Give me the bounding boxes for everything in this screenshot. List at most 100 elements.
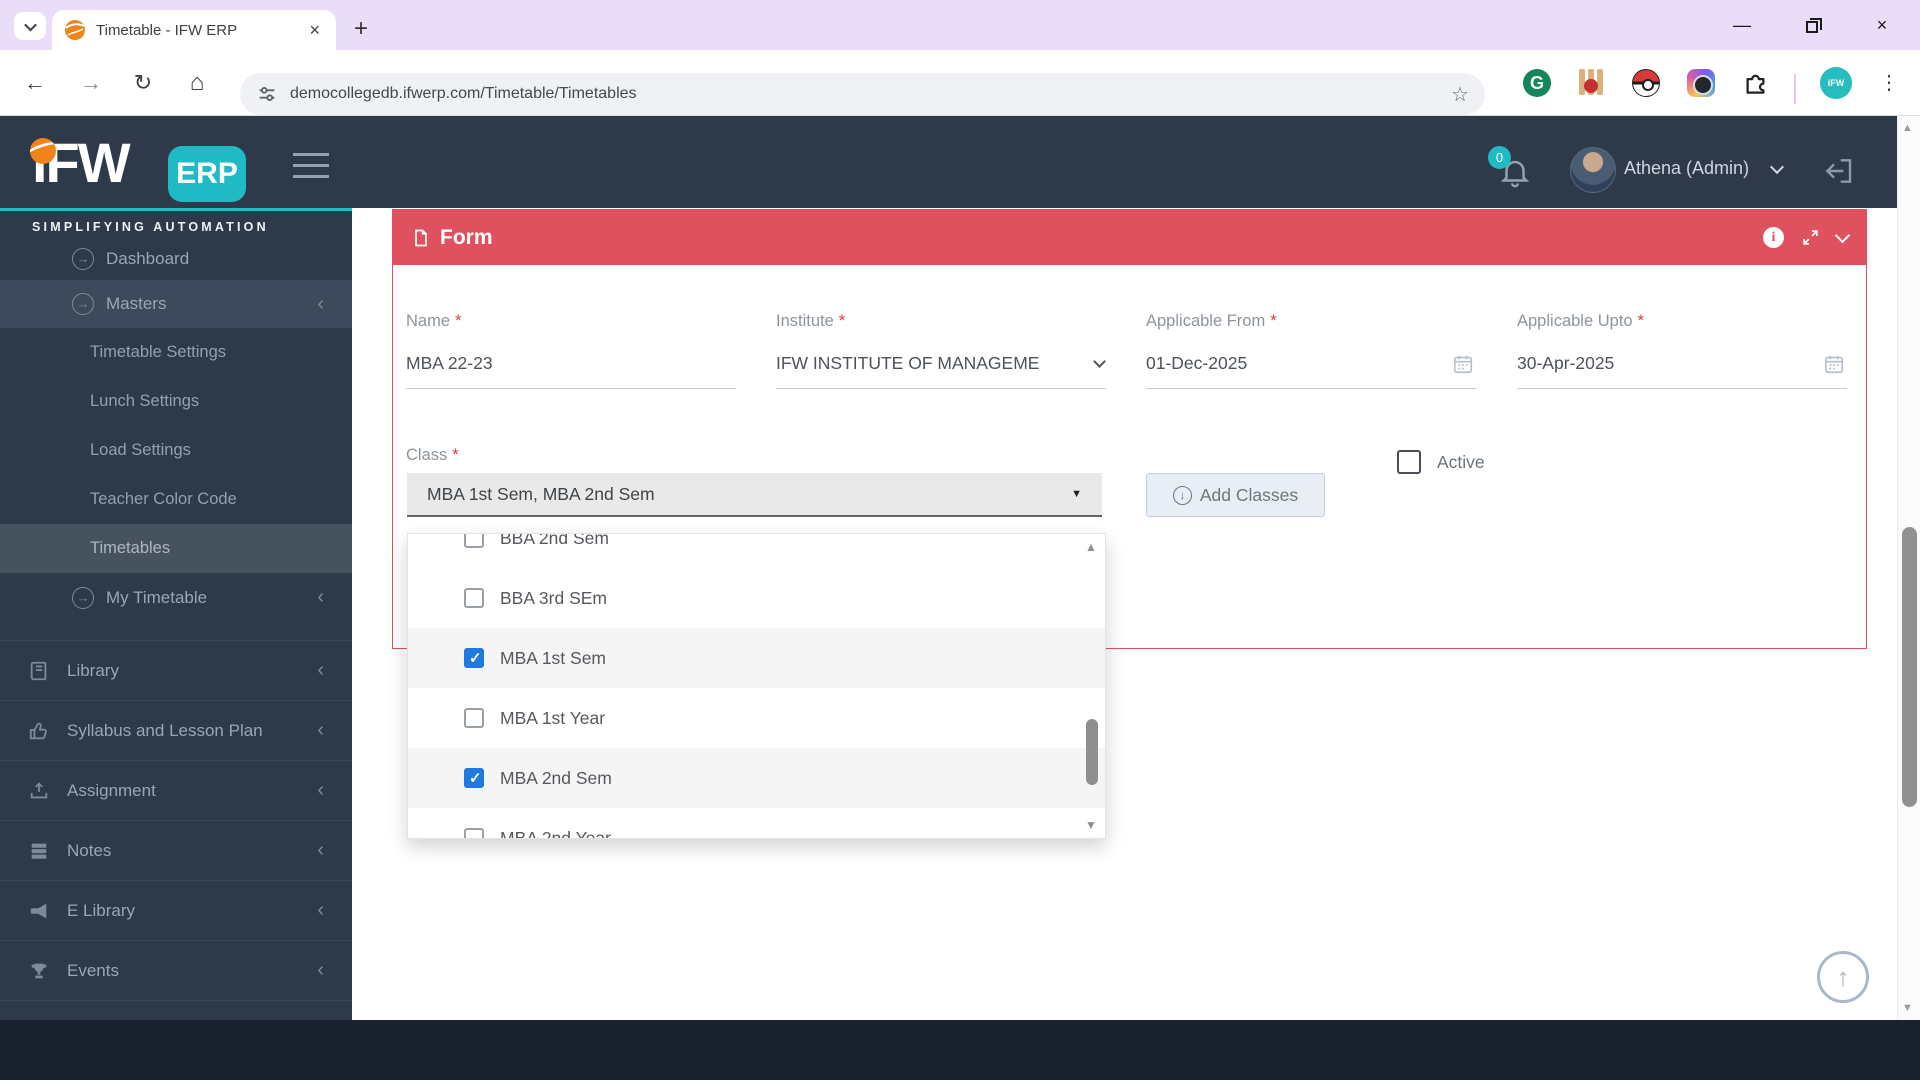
sidebar-toggle-button[interactable] xyxy=(293,153,329,186)
name-input[interactable]: MBA 22-23 xyxy=(406,353,736,389)
thumbs-up-icon xyxy=(28,720,50,742)
sidebar-item-masters[interactable]: → Masters ‹ xyxy=(0,280,352,328)
scroll-up-icon[interactable]: ▲ xyxy=(1085,540,1097,554)
collapse-chevron-icon[interactable] xyxy=(1835,228,1851,244)
sidebar-item-lunch-settings[interactable]: Lunch Settings xyxy=(0,377,352,426)
extensions-button[interactable] xyxy=(1742,69,1770,97)
site-settings-icon[interactable] xyxy=(256,83,278,105)
address-bar[interactable]: democollegedb.ifwerp.com/Timetable/Timet… xyxy=(240,73,1485,115)
sidebar-item-label: My Timetable xyxy=(106,588,207,608)
applicable-from-input[interactable]: 01-Dec-2025 xyxy=(1146,353,1476,389)
new-tab-button[interactable]: + xyxy=(346,14,376,44)
dropdown-option[interactable]: MBA 1st Sem xyxy=(408,628,1105,688)
option-label: BBA 3rd SEm xyxy=(500,588,607,609)
minimize-button[interactable]: — xyxy=(1722,15,1762,36)
dropdown-option[interactable]: MBA 1st Year xyxy=(408,688,1105,748)
scroll-to-top-button[interactable]: ↑ xyxy=(1817,951,1869,1003)
page-scrollbar[interactable]: ▲ ▼ xyxy=(1897,116,1920,1020)
checkbox[interactable] xyxy=(464,828,484,839)
user-avatar[interactable] xyxy=(1570,147,1616,193)
close-button[interactable]: × xyxy=(1862,15,1902,36)
applicable-upto-input[interactable]: 30-Apr-2025 xyxy=(1517,353,1847,389)
browser-menu-button[interactable]: ⋮ xyxy=(1872,66,1906,100)
required-marker: * xyxy=(1270,312,1276,330)
scrollbar-thumb[interactable] xyxy=(1902,527,1917,807)
sidebar-item-label: Assignment xyxy=(67,781,156,801)
option-label: MBA 2nd Sem xyxy=(500,768,612,789)
scroll-down-icon[interactable]: ▼ xyxy=(1085,818,1097,832)
sidebar-item-timetable-settings[interactable]: Timetable Settings xyxy=(0,328,352,377)
active-checkbox[interactable] xyxy=(1397,450,1421,474)
required-marker: * xyxy=(455,312,461,330)
sidebar-item-events[interactable]: Events ‹ xyxy=(0,940,352,1000)
sidebar-item-my-timetable[interactable]: → My Timetable ‹ xyxy=(0,573,352,622)
browser-tab[interactable]: Timetable - IFW ERP × xyxy=(52,10,336,50)
calendar-icon[interactable] xyxy=(1823,353,1845,375)
dropdown-option[interactable]: MBA 2nd Year xyxy=(408,808,1105,839)
taskbar xyxy=(0,1020,1920,1080)
checkbox[interactable] xyxy=(464,648,484,668)
class-dropdown-panel: BBA 2nd Sem BBA 3rd SEm MBA 1st Sem MBA … xyxy=(407,533,1106,839)
required-marker: * xyxy=(839,312,845,330)
tab-search-button[interactable] xyxy=(14,12,46,40)
sidebar-item-partial[interactable] xyxy=(0,1000,352,1020)
tab-close-icon[interactable]: × xyxy=(305,20,324,41)
sidebar-item-load-settings[interactable]: Load Settings xyxy=(0,426,352,475)
browser-titlebar: Timetable - IFW ERP × + — × xyxy=(0,0,1920,50)
logout-button[interactable] xyxy=(1822,155,1854,187)
user-menu[interactable]: Athena (Admin) xyxy=(1624,158,1749,179)
add-classes-button[interactable]: ↓ Add Classes xyxy=(1146,473,1325,517)
pokeball-icon xyxy=(1632,69,1660,97)
field-label: Institute* xyxy=(776,312,1106,331)
home-button[interactable]: ⌂ xyxy=(180,66,214,100)
dropdown-scrollbar[interactable]: ▲ ▼ xyxy=(1083,534,1101,838)
restore-button[interactable] xyxy=(1792,15,1832,36)
sidebar-item-notes[interactable]: Notes ‹ xyxy=(0,820,352,880)
class-multiselect[interactable]: MBA 1st Sem, MBA 2nd Sem ▼ xyxy=(407,473,1102,517)
document-icon xyxy=(411,228,431,248)
form-title: Form xyxy=(440,226,493,250)
option-label: MBA 2nd Year xyxy=(500,828,611,840)
dropdown-option[interactable]: BBA 2nd Sem xyxy=(408,533,1105,568)
required-marker: * xyxy=(452,446,458,464)
field-label: Applicable Upto* xyxy=(1517,312,1847,331)
scroll-up-icon[interactable]: ▲ xyxy=(1902,122,1913,134)
sidebar-item-syllabus-and-lesson-plan[interactable]: Syllabus and Lesson Plan ‹ xyxy=(0,700,352,760)
checkbox[interactable] xyxy=(464,768,484,788)
bookmark-star-icon[interactable]: ☆ xyxy=(1451,82,1469,107)
grammarly-extension-icon[interactable]: G xyxy=(1523,69,1551,97)
sidebar-item-dashboard[interactable]: → Dashboard xyxy=(0,238,352,280)
url-text: democollegedb.ifwerp.com/Timetable/Timet… xyxy=(290,85,1451,103)
info-icon[interactable]: i xyxy=(1763,227,1784,248)
upload-icon xyxy=(28,780,50,802)
required-marker: * xyxy=(1638,312,1644,330)
dropdown-option[interactable]: BBA 3rd SEm xyxy=(408,568,1105,628)
field-label: Name* xyxy=(406,312,736,331)
sidebar-item-library[interactable]: Library ‹ xyxy=(0,640,352,700)
expand-icon[interactable] xyxy=(1801,228,1820,247)
sidebar-item-assignment[interactable]: Assignment ‹ xyxy=(0,760,352,820)
sidebar-item-e-library[interactable]: E Library ‹ xyxy=(0,880,352,940)
sidebar-item-teacher-color-code[interactable]: Teacher Color Code xyxy=(0,475,352,524)
site-favicon-icon xyxy=(64,19,86,41)
reload-button[interactable]: ↻ xyxy=(126,66,160,100)
sidebar-item-timetables[interactable]: Timetables xyxy=(0,524,352,573)
sidebar-item-label: Load Settings xyxy=(90,441,191,460)
back-button[interactable]: ← xyxy=(18,66,52,100)
sidebar-nav: SIMPLIFYING AUTOMATION → Dashboard → Mas… xyxy=(0,208,352,1020)
circle-arrow-icon: → xyxy=(72,293,94,315)
scroll-down-icon[interactable]: ▼ xyxy=(1902,1002,1913,1014)
dropdown-option[interactable]: MBA 2nd Sem xyxy=(408,748,1105,808)
checkbox[interactable] xyxy=(464,588,484,608)
pokeball-extension-icon[interactable] xyxy=(1632,69,1660,97)
institute-select[interactable]: IFW INSTITUTE OF MANAGEME xyxy=(776,353,1106,389)
browser-profile-button[interactable]: iFW xyxy=(1820,67,1852,99)
calendar-icon[interactable] xyxy=(1452,353,1474,375)
scrollbar-thumb[interactable] xyxy=(1086,719,1098,785)
forward-button[interactable]: → xyxy=(74,66,108,100)
checkbox[interactable] xyxy=(464,533,484,548)
checkbox[interactable] xyxy=(464,708,484,728)
camera-extension-icon[interactable] xyxy=(1687,69,1715,97)
cricket-extension-icon[interactable] xyxy=(1577,69,1605,97)
megaphone-icon xyxy=(28,900,50,922)
